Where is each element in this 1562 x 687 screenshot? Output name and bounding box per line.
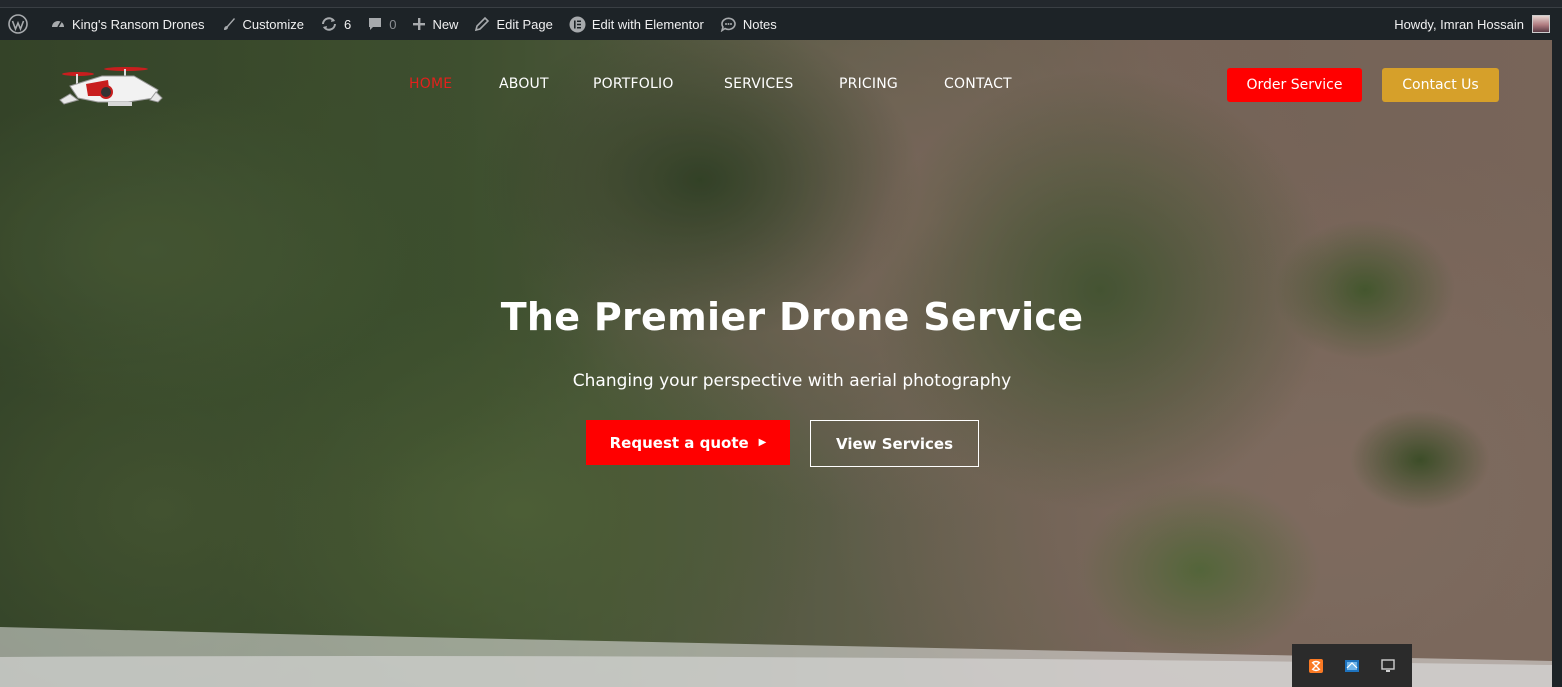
network-icon[interactable] <box>1344 658 1360 674</box>
notes-link[interactable]: Notes <box>712 8 785 40</box>
plus-icon <box>412 17 426 31</box>
edit-elementor-label: Edit with Elementor <box>591 16 704 32</box>
updates-icon <box>320 16 338 32</box>
xampp-icon[interactable] <box>1308 658 1324 674</box>
window-top-strip <box>0 0 1562 8</box>
hero-section: HOME ABOUT PORTFOLIO SERVICES PRICING CO… <box>0 40 1552 687</box>
updates-count: 6 <box>343 16 352 32</box>
hero-title: The Premier Drone Service <box>500 295 1084 339</box>
wordpress-logo-icon[interactable] <box>0 8 42 40</box>
comment-icon <box>367 16 383 32</box>
notes-icon <box>720 16 737 32</box>
avatar <box>1532 15 1550 33</box>
pencil-icon <box>474 16 490 32</box>
nav-item-pricing[interactable]: PRICING <box>839 76 898 92</box>
elementor-icon <box>569 16 586 33</box>
wp-admin-bar: King's Ransom Drones Customize 6 0 New E… <box>0 8 1562 40</box>
scrollbar-edge <box>1552 40 1562 687</box>
edit-elementor-link[interactable]: Edit with Elementor <box>561 8 712 40</box>
edit-page-link[interactable]: Edit Page <box>466 8 560 40</box>
nav-item-portfolio[interactable]: PORTFOLIO <box>593 76 674 92</box>
brush-icon <box>221 16 237 32</box>
site-name-link[interactable]: King's Ransom Drones <box>42 8 213 40</box>
order-service-button[interactable]: Order Service <box>1227 68 1362 102</box>
dashboard-icon <box>50 16 66 32</box>
customize-label: Customize <box>242 16 304 32</box>
my-account-link[interactable]: Howdy, Imran Hossain <box>1394 8 1550 40</box>
caret-right-icon: ▶ <box>758 437 767 448</box>
nav-item-contact[interactable]: CONTACT <box>944 76 1012 92</box>
site-name-label: King's Ransom Drones <box>72 16 205 32</box>
request-quote-label: Request a quote <box>609 433 749 452</box>
new-content-link[interactable]: New <box>404 8 466 40</box>
hero-subtitle: Changing your perspective with aerial ph… <box>572 371 1012 391</box>
howdy-label: Howdy, Imran Hossain <box>1394 16 1524 32</box>
notes-label: Notes <box>742 16 777 32</box>
edit-page-label: Edit Page <box>496 16 553 32</box>
request-quote-button[interactable]: Request a quote ▶ <box>586 420 790 465</box>
nav-item-services[interactable]: SERVICES <box>724 76 794 92</box>
site-logo[interactable] <box>58 62 166 112</box>
nav-item-about[interactable]: ABOUT <box>499 76 549 92</box>
new-label: New <box>432 16 459 32</box>
nav-item-home[interactable]: HOME <box>409 76 452 92</box>
comments-count: 0 <box>389 16 397 32</box>
updates-link[interactable]: 6 <box>312 8 359 40</box>
system-tray <box>1292 644 1412 687</box>
customize-link[interactable]: Customize <box>213 8 312 40</box>
contact-us-button[interactable]: Contact Us <box>1382 68 1499 102</box>
display-icon[interactable] <box>1380 658 1396 674</box>
comments-link[interactable]: 0 <box>359 8 404 40</box>
view-services-button[interactable]: View Services <box>810 420 979 467</box>
